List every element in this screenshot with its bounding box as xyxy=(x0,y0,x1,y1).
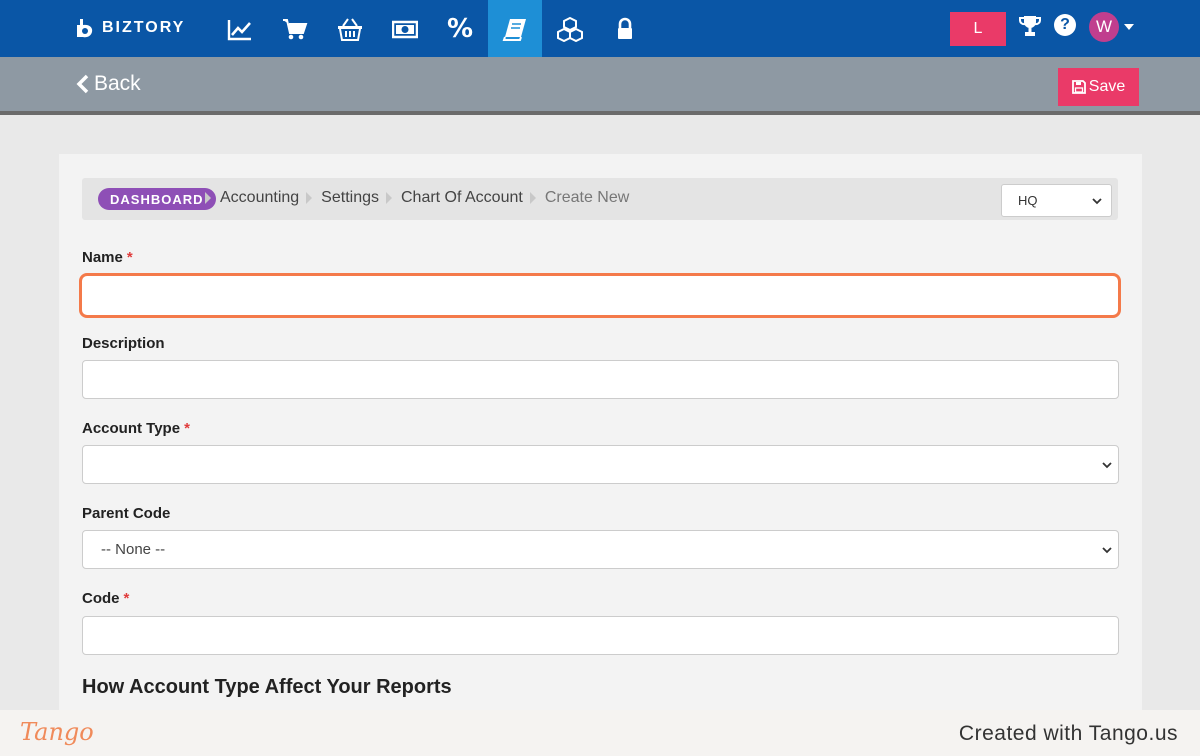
chevron-down-icon xyxy=(1102,547,1112,554)
nav-security[interactable] xyxy=(598,0,652,57)
chevron-right-icon xyxy=(205,192,211,204)
chevron-down-icon xyxy=(1092,198,1102,205)
code-input[interactable] xyxy=(82,616,1119,655)
chevron-right-icon xyxy=(306,192,313,204)
breadcrumb-trail: Accounting Settings Chart Of Account Cre… xyxy=(205,189,630,207)
branch-select[interactable]: HQ xyxy=(1001,184,1112,217)
user-initial-button[interactable]: L xyxy=(950,12,1006,46)
breadcrumb-settings[interactable]: Settings xyxy=(321,189,379,207)
help-icon[interactable]: ? xyxy=(1054,14,1076,36)
description-input[interactable] xyxy=(82,360,1119,399)
avatar[interactable]: W xyxy=(1089,12,1119,42)
chevron-down-icon[interactable] xyxy=(1124,24,1134,30)
name-label: Name * xyxy=(82,249,133,266)
chevron-left-icon xyxy=(76,74,89,94)
breadcrumb-dashboard[interactable]: DASHBOARD xyxy=(98,188,216,210)
code-label: Code * xyxy=(82,590,129,607)
nav-reports[interactable] xyxy=(213,0,267,57)
breadcrumb-chart-of-account[interactable]: Chart Of Account xyxy=(401,189,523,207)
cubes-icon xyxy=(557,16,583,42)
required-marker: * xyxy=(123,590,130,607)
save-button[interactable]: Save xyxy=(1058,68,1139,106)
action-bar: Back Save xyxy=(0,57,1200,115)
section-title: How Account Type Affect Your Reports xyxy=(82,676,452,698)
back-button[interactable]: Back xyxy=(76,72,141,96)
chevron-right-icon xyxy=(529,192,536,204)
parent-code-label-text: Parent Code xyxy=(82,505,171,522)
back-label: Back xyxy=(94,72,141,95)
save-label: Save xyxy=(1088,78,1126,95)
account-type-select[interactable] xyxy=(82,445,1119,484)
description-label: Description xyxy=(82,335,165,352)
nav-tax[interactable]: % xyxy=(433,0,487,57)
code-label-text: Code xyxy=(82,590,120,607)
breadcrumb-create-new: Create New xyxy=(544,189,630,206)
breadcrumb-accounting[interactable]: Accounting xyxy=(220,189,299,207)
required-marker: * xyxy=(184,420,190,437)
biztory-logo-icon xyxy=(77,19,93,38)
parent-code-label: Parent Code xyxy=(82,505,170,522)
name-input[interactable] xyxy=(79,273,1121,318)
chart-line-icon xyxy=(227,19,251,40)
book-icon xyxy=(502,18,526,41)
tango-footer: Tango Created with Tango.us xyxy=(0,710,1200,756)
floppy-disk-icon xyxy=(1071,80,1086,94)
name-label-text: Name xyxy=(82,249,123,266)
account-type-label: Account Type * xyxy=(82,420,190,437)
nav-inventory[interactable] xyxy=(543,0,597,57)
created-with-text: Created with Tango.us xyxy=(958,722,1178,745)
tango-logo: Tango xyxy=(20,718,94,746)
brand[interactable]: BIZTORY xyxy=(74,16,185,40)
basket-icon xyxy=(338,17,362,41)
money-bill-icon xyxy=(392,20,418,38)
nav-accounting[interactable] xyxy=(488,0,542,57)
nav-finance[interactable] xyxy=(378,0,432,57)
chevron-right-icon xyxy=(385,192,392,204)
parent-code-value: -- None -- xyxy=(101,541,166,558)
brand-name: BIZTORY xyxy=(102,19,186,36)
required-marker: * xyxy=(126,249,133,266)
lock-icon xyxy=(618,17,632,39)
description-label-text: Description xyxy=(82,335,165,352)
breadcrumb: DASHBOARD Accounting Settings Chart Of A… xyxy=(82,178,1118,220)
nav-sales[interactable] xyxy=(268,0,322,57)
form-card: DASHBOARD Accounting Settings Chart Of A… xyxy=(59,154,1142,724)
trophy-icon[interactable] xyxy=(1018,14,1042,38)
parent-code-select[interactable]: -- None -- xyxy=(82,530,1119,569)
nav-purchases[interactable] xyxy=(323,0,377,57)
percent-icon: % xyxy=(446,13,474,44)
top-navbar: BIZTORY % L ? W xyxy=(0,0,1200,57)
account-type-label-text: Account Type xyxy=(82,420,181,437)
chevron-down-icon xyxy=(1102,462,1112,469)
branch-select-value: HQ xyxy=(1018,193,1038,208)
shopping-cart-icon xyxy=(283,18,308,39)
